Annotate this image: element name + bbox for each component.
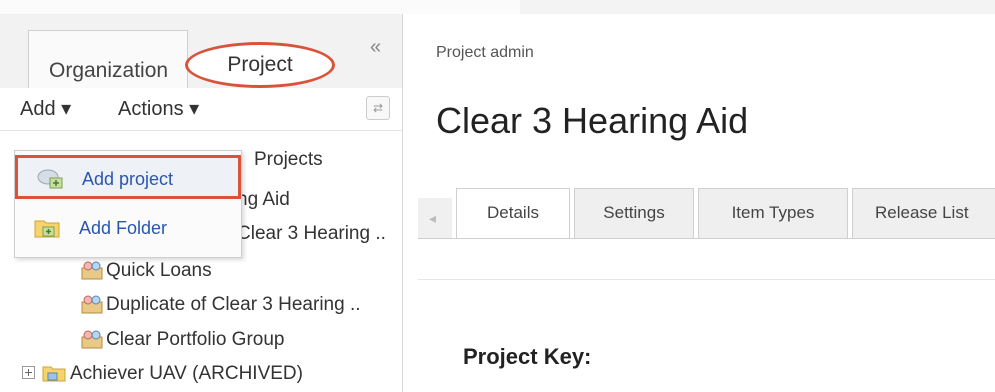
tree-item-label: Duplicate of Clear 3 Hearing .. — [106, 294, 361, 315]
add-project-label: Add project — [82, 169, 174, 189]
tree-item-label: Clear Portfolio Group — [106, 329, 285, 350]
tree-item-project[interactable]: Clear 3 Hearing .. — [237, 223, 386, 245]
left-panel: Organization Project « Add ▾ Actions ▾ ⇄… — [0, 14, 403, 392]
tree-item-label: Quick Loans — [106, 260, 212, 281]
tree-toolbar: Add ▾ Actions ▾ ⇄ — [0, 88, 402, 131]
tree-item-project[interactable]: Clear Portfolio Group — [80, 329, 284, 351]
project-group-icon — [81, 330, 103, 349]
tree-item-label: Projects — [254, 149, 323, 170]
add-folder-menu-item[interactable]: Add Folder — [15, 207, 241, 251]
collapse-panel-icon[interactable]: « — [370, 36, 381, 59]
folder-icon — [42, 366, 66, 382]
tree-item-folder[interactable]: Achiever UAV (ARCHIVED) — [22, 363, 303, 385]
tree-item-project[interactable]: ng Aid — [237, 189, 290, 211]
add-project-icon — [37, 169, 63, 189]
scroll-left-icon: ◂ — [429, 210, 437, 226]
expand-icon[interactable] — [22, 366, 36, 380]
main-content: Project admin Clear 3 Hearing Aid ◂ Deta… — [403, 14, 995, 392]
tabs-scroll-left[interactable]: ◂ — [418, 198, 452, 238]
breadcrumb[interactable]: Project admin — [436, 44, 534, 62]
tree-item-project[interactable]: Duplicate of Clear 3 Hearing .. — [80, 294, 361, 316]
tab-item-types[interactable]: Item Types — [698, 188, 848, 238]
actions-menu-button[interactable]: Actions ▾ — [118, 96, 199, 121]
tab-organization[interactable]: Organization — [28, 30, 188, 88]
tree-item-projects-root[interactable]: Projects — [254, 149, 323, 171]
tree-item-label: ng Aid — [237, 189, 290, 210]
add-menu-button[interactable]: Add ▾ — [20, 96, 71, 121]
top-strip — [0, 0, 995, 14]
sync-icon[interactable]: ⇄ — [366, 96, 390, 120]
panel-tabs: Organization Project « — [0, 14, 402, 89]
top-strip-segment — [0, 0, 520, 14]
tab-settings[interactable]: Settings — [574, 188, 694, 238]
add-folder-icon — [34, 220, 60, 238]
tab-release-list[interactable]: Release List — [852, 188, 995, 238]
tab-project[interactable]: Project — [185, 42, 335, 88]
content-divider — [418, 279, 995, 280]
add-project-menu-item[interactable]: Add project — [15, 155, 241, 199]
admin-tabs: ◂ Details Settings Item Types Release Li… — [418, 184, 995, 239]
project-group-icon — [81, 261, 103, 280]
project-group-icon — [81, 295, 103, 314]
project-key-label: Project Key: — [463, 344, 592, 369]
add-folder-label: Add Folder — [79, 218, 168, 238]
tree-item-label: Achiever UAV (ARCHIVED) — [70, 363, 303, 384]
tab-details[interactable]: Details — [456, 188, 570, 238]
tree-item-label: Clear 3 Hearing .. — [237, 223, 386, 244]
tree-item-project[interactable]: Quick Loans — [80, 260, 212, 282]
page-title: Clear 3 Hearing Aid — [436, 100, 749, 141]
add-dropdown-menu: Add project Add Folder — [14, 150, 242, 258]
